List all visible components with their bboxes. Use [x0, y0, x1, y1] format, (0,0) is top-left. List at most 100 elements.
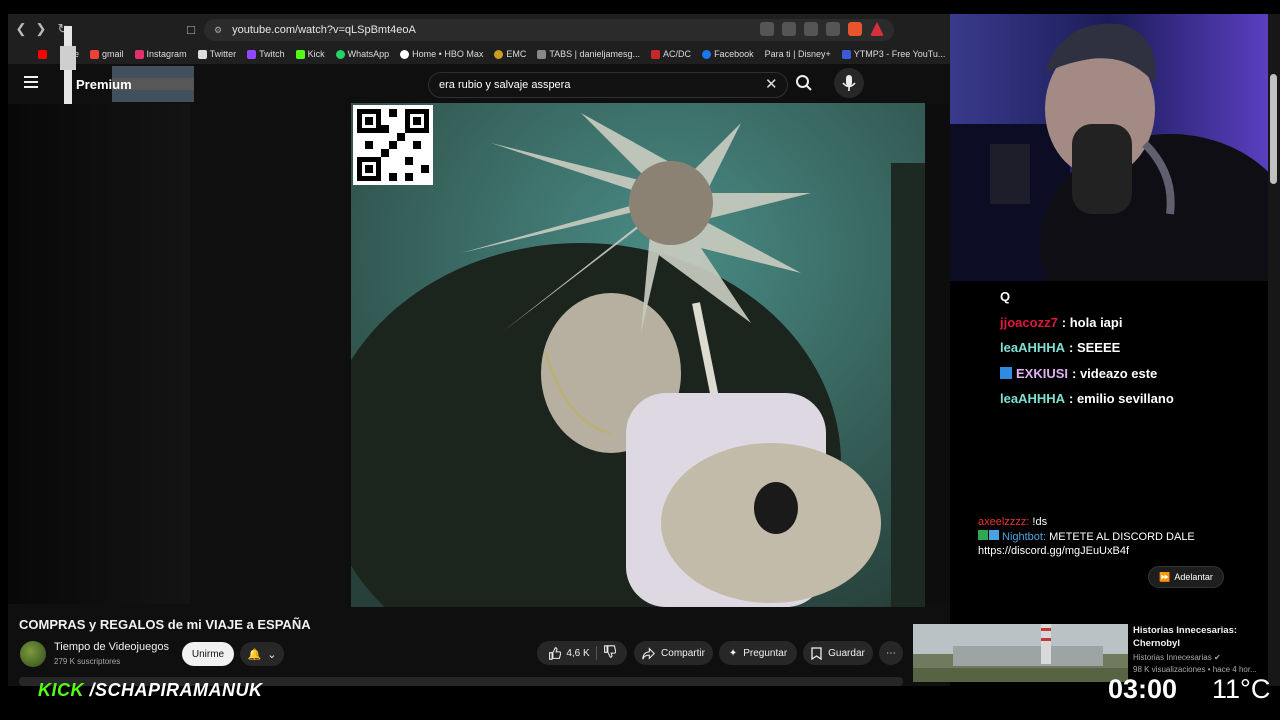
chat-top-letter: Q: [1000, 289, 1011, 304]
site-info-icon[interactable]: ⚙: [214, 25, 222, 36]
mic-button[interactable]: [834, 68, 864, 98]
qr-code: [353, 105, 433, 185]
chat-message: leaAHHHA: emilio sevillano: [1000, 386, 1265, 412]
bookmark-hbo-max[interactable]: Home • HBO Max: [400, 49, 483, 59]
chat-text: METETE AL DISCORD DALE: [1049, 530, 1195, 543]
chat-username: EXKIUSI: [1016, 365, 1069, 381]
bookmark-emc[interactable]: EMC: [494, 49, 526, 59]
chat-username: jjoacozz7: [1000, 314, 1058, 330]
microphone-icon: [842, 75, 856, 91]
bot-chat: axeelzzzz: !ds Nightbot: METETE AL DISCO…: [978, 515, 1248, 559]
fast-forward-icon: ⏩: [1159, 571, 1171, 582]
forward-icon[interactable]: ❯: [32, 20, 50, 38]
video-title: COMPRAS y REGALOS de mi VIAJE a ESPAÑA: [19, 617, 311, 632]
bookmark-whatsapp[interactable]: WhatsApp: [335, 49, 389, 59]
join-button[interactable]: Unirme: [182, 642, 234, 666]
bookmark-kick[interactable]: Kick: [295, 49, 325, 59]
search-input[interactable]: era rubio y salvaje asspera: [428, 72, 788, 98]
recommended-title[interactable]: Historias Innecesarias: Chernobyl: [1133, 624, 1273, 650]
like-dislike-group: 4,6 K: [537, 641, 627, 665]
hanging-figure-icon: [60, 26, 76, 106]
channel-avatar[interactable]: [20, 641, 46, 667]
share-button[interactable]: Compartir: [634, 641, 713, 665]
menu-icon[interactable]: [24, 76, 38, 88]
share-icon: [642, 646, 655, 660]
bot-chat-line: Nightbot: METETE AL DISCORD DALE: [978, 529, 1248, 545]
bookmark-acdc[interactable]: AC/DC: [651, 49, 691, 59]
thumbs-up-icon: [549, 646, 562, 660]
search-icon[interactable]: [795, 74, 813, 92]
webcam-feed: [950, 14, 1268, 281]
recommended-channel[interactable]: Historias Innecesarias ✔: [1133, 653, 1221, 662]
share-page-icon[interactable]: [826, 22, 840, 36]
url-text: youtube.com/watch?v=qLSpBmt4eoA: [232, 24, 416, 36]
dislike-button[interactable]: [603, 645, 616, 661]
mod-badge-icon: [978, 529, 988, 540]
save-label: Guardar: [828, 647, 865, 659]
recommended-thumbnail[interactable]: [913, 624, 1128, 682]
temperature-overlay: 11°C: [1212, 674, 1271, 704]
like-divider: [595, 646, 597, 660]
channel-name[interactable]: Tiempo de Videojuegos: [54, 641, 169, 653]
bookmark-disney[interactable]: Para ti | Disney+: [765, 49, 831, 59]
address-bar[interactable]: ⚙ youtube.com/watch?v=qLSpBmt4eoA: [204, 19, 894, 41]
bookmark-instagram[interactable]: Instagram: [134, 49, 187, 59]
bot-badge-icon: [989, 529, 999, 540]
more-actions-button[interactable]: ⋯: [879, 641, 903, 665]
chat-message: jjoacozz7: hola iapi: [1000, 310, 1265, 336]
chat-text: !ds: [1032, 516, 1048, 528]
verified-icon: ✔: [1213, 653, 1221, 662]
stream-screen: ❮ ❯ ↻ □ ⚙ youtube.com/watch?v=qLSpBmt4eo…: [0, 0, 1280, 720]
bookmark-twitch[interactable]: Twitch: [247, 49, 285, 59]
page-sidebar-area: [8, 104, 190, 604]
bookmark-facebook[interactable]: Facebook: [702, 49, 754, 59]
badge-cube-icon: [1000, 366, 1012, 379]
like-count: 4,6 K: [566, 647, 590, 659]
share-label: Compartir: [661, 647, 705, 659]
back-icon[interactable]: ❮: [12, 20, 30, 38]
chat-overlay: Q jjoacozz7: hola iapi leaAHHHA: SEEEE E…: [1000, 284, 1265, 412]
like-button[interactable]: 4,6 K: [548, 646, 590, 660]
skip-ahead-button[interactable]: ⏩ Adelantar: [1148, 566, 1224, 588]
media-icon[interactable]: [804, 22, 818, 36]
notifications-button[interactable]: 🔔 ⌄: [240, 642, 284, 666]
streamer-camera: [950, 14, 1268, 281]
bookmark-tabs[interactable]: TABS | danieljamesg...: [537, 49, 640, 59]
brave-rewards-icon[interactable]: [870, 22, 884, 36]
bookmark-twitter[interactable]: Twitter: [197, 49, 236, 59]
bookmark-gmail[interactable]: gmail: [90, 49, 124, 59]
bell-icon: 🔔: [247, 648, 262, 661]
recommended-meta: 98 K visualizaciones • hace 4 hor...: [1133, 665, 1257, 674]
chat-text: : videazo este: [1072, 365, 1158, 381]
page-scrollbar[interactable]: [1268, 14, 1280, 686]
more-icon: ⋯: [886, 647, 896, 659]
scrollbar-thumb[interactable]: [1270, 74, 1277, 184]
ask-button[interactable]: ✦ Preguntar: [719, 641, 797, 665]
page-right-area: [926, 104, 950, 604]
bookmark-ytmp3[interactable]: YTMP3 - Free YouTu...: [841, 49, 945, 59]
youtube-premium-logo[interactable]: Premium: [76, 77, 132, 92]
kick-prefix: KICK: [38, 680, 84, 700]
brave-shield-icon[interactable]: [848, 22, 862, 36]
cast-icon[interactable]: [782, 22, 796, 36]
bot-chat-line: axeelzzzz: !ds: [978, 515, 1248, 530]
thumbs-down-icon: [603, 645, 616, 658]
chernobyl-image: [913, 624, 1128, 682]
chat-text: : hola iapi: [1061, 314, 1123, 330]
address-bar-icons: [760, 22, 884, 36]
ask-label: Preguntar: [743, 647, 788, 659]
chat-text: : emilio sevillano: [1069, 391, 1174, 406]
translate-icon[interactable]: [760, 22, 774, 36]
subscriber-count: 279 K suscriptores: [54, 657, 121, 666]
save-button[interactable]: Guardar: [803, 641, 873, 665]
bookmark-star-icon[interactable]: □: [182, 20, 200, 38]
chat-text: : SEEEE: [1069, 340, 1121, 355]
bookmarks-bar: ube gmail Instagram Twitter Twitch Kick …: [8, 44, 950, 64]
chat-username: leaAHHHA: [1000, 340, 1066, 355]
chat-message: leaAHHHA: SEEEE: [1000, 335, 1265, 361]
browser-window: ❮ ❯ ↻ □ ⚙ youtube.com/watch?v=qLSpBmt4eo…: [8, 14, 950, 686]
video-player[interactable]: [351, 103, 925, 607]
chat-username: Nightbot:: [1002, 530, 1047, 543]
clear-search-icon[interactable]: ✕: [765, 75, 778, 93]
skip-ahead-label: Adelantar: [1174, 572, 1213, 582]
